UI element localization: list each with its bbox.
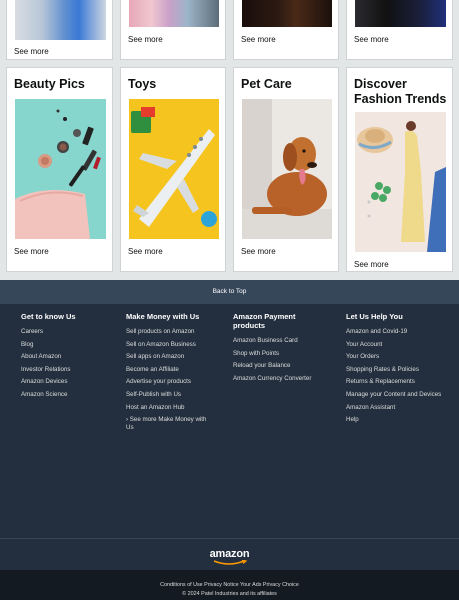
card-pet-care[interactable]: Pet Care See more — [233, 67, 339, 272]
footer-link[interactable]: Investor Relations — [21, 366, 111, 374]
top-card-1[interactable]: See more — [6, 0, 113, 60]
see-more-link[interactable]: See more — [14, 247, 49, 256]
footer-column-title: Make Money with Us — [126, 312, 200, 321]
copyright-text: © 2024 Patel Industries and its affiliat… — [182, 591, 277, 597]
footer-link[interactable]: About Amazon — [21, 353, 111, 361]
see-more-link[interactable]: See more — [128, 35, 163, 44]
footer-logo-bar: amazon — [0, 538, 459, 570]
card-toys[interactable]: Toys See more — [120, 67, 226, 272]
card-title: Pet Care — [241, 77, 292, 91]
footer-link[interactable]: Careers — [21, 328, 111, 336]
footer-link[interactable]: Sell on Amazon Business — [126, 341, 208, 349]
footer-link[interactable]: Become an Affiliate — [126, 366, 208, 374]
pet-care-image[interactable] — [242, 99, 332, 239]
top-card-3[interactable]: See more — [233, 0, 339, 60]
footer-link[interactable]: Amazon Assistant — [346, 404, 456, 412]
footer-link[interactable]: Reload your Balance — [233, 362, 323, 370]
footer-column-get-to-know-us: Get to know Us Careers Blog About Amazon… — [21, 312, 111, 404]
see-more-link[interactable]: See more — [241, 35, 276, 44]
beauty-pics-image[interactable] — [15, 99, 106, 239]
footer-legal-bar: Conditions of Use Privacy Notice Your Ad… — [0, 570, 459, 600]
legal-links[interactable]: Conditions of Use Privacy Notice Your Ad… — [0, 582, 459, 588]
footer-link[interactable]: Sell apps on Amazon — [126, 353, 208, 361]
see-more-link[interactable]: See more — [14, 47, 49, 56]
amazon-logo[interactable]: amazon — [0, 548, 459, 560]
see-more-link[interactable]: See more — [128, 247, 163, 256]
footer-link[interactable]: Advertise your products — [126, 378, 208, 386]
top-card-4-image[interactable] — [355, 0, 446, 27]
footer-column-title: Get to know Us — [21, 312, 76, 321]
footer-link[interactable]: Amazon and Covid-19 — [346, 328, 456, 336]
card-beauty-pics[interactable]: Beauty Pics See more — [6, 67, 113, 272]
card-title: Beauty Pics — [14, 77, 85, 91]
footer-link[interactable]: Returns & Replacements — [346, 378, 456, 386]
footer-link[interactable]: Your Account — [346, 341, 456, 349]
amazon-smile-icon — [213, 560, 248, 565]
footer-column-title: Amazon Payment products — [233, 312, 296, 330]
footer-column-make-money: Make Money with Us Sell products on Amaz… — [126, 312, 208, 437]
card-discover-fashion-trends[interactable]: Discover Fashion Trends See more — [346, 67, 453, 272]
footer-link[interactable]: Sell products on Amazon — [126, 328, 208, 336]
footer-link[interactable]: Amazon Devices — [21, 378, 111, 386]
see-more-link[interactable]: See more — [354, 260, 389, 269]
footer-column-title: Let Us Help You — [346, 312, 403, 321]
product-cards-section: See more See more See more See more Beau… — [0, 0, 459, 278]
top-card-2-image[interactable] — [129, 0, 219, 27]
footer-links-section: Get to know Us Careers Blog About Amazon… — [0, 304, 459, 538]
back-to-top-button[interactable]: Back to Top — [0, 280, 459, 304]
card-title: Toys — [128, 77, 157, 91]
see-more-link[interactable]: See more — [354, 35, 389, 44]
fashion-trends-image[interactable] — [355, 112, 446, 252]
top-card-1-image[interactable] — [15, 0, 106, 40]
footer-link[interactable]: Amazon Science — [21, 391, 111, 399]
footer-link[interactable]: Manage your Content and Devices — [346, 391, 456, 399]
card-title: Discover Fashion Trends — [354, 77, 447, 106]
see-more-link[interactable]: See more — [241, 247, 276, 256]
footer-link[interactable]: Self-Publish with Us — [126, 391, 208, 399]
top-card-4[interactable]: See more — [346, 0, 453, 60]
footer-link[interactable]: Shopping Rates & Policies — [346, 366, 456, 374]
footer-link[interactable]: › See more Make Money with Us — [126, 416, 208, 432]
toys-image[interactable] — [129, 99, 219, 239]
footer-link[interactable]: Your Orders — [346, 353, 456, 361]
footer-link[interactable]: Host an Amazon Hub — [126, 404, 208, 412]
footer-link[interactable]: Shop with Points — [233, 350, 323, 358]
footer-column-payment-products: Amazon Payment products Amazon Business … — [233, 312, 323, 387]
top-card-2[interactable]: See more — [120, 0, 226, 60]
footer-link[interactable]: Amazon Currency Converter — [233, 375, 323, 383]
footer-column-help: Let Us Help You Amazon and Covid-19 Your… — [346, 312, 456, 429]
footer-link[interactable]: Help — [346, 416, 456, 424]
footer-link[interactable]: Blog — [21, 341, 111, 349]
top-card-3-image[interactable] — [242, 0, 332, 27]
footer-link[interactable]: Amazon Business Card — [233, 337, 323, 345]
